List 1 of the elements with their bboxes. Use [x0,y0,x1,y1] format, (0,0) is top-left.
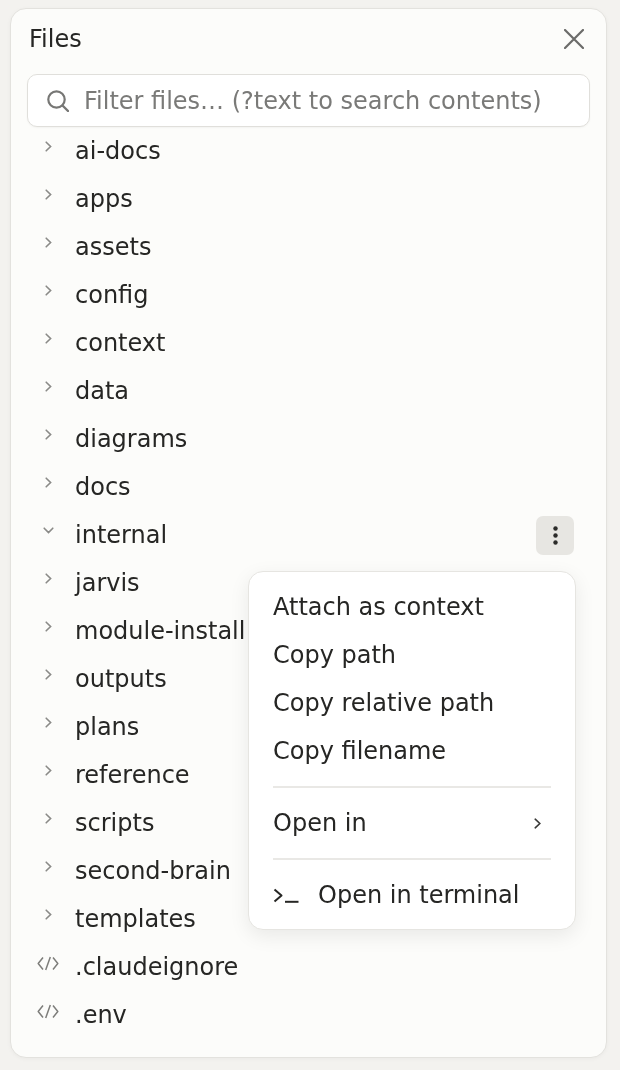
panel-title: Files [29,24,82,54]
